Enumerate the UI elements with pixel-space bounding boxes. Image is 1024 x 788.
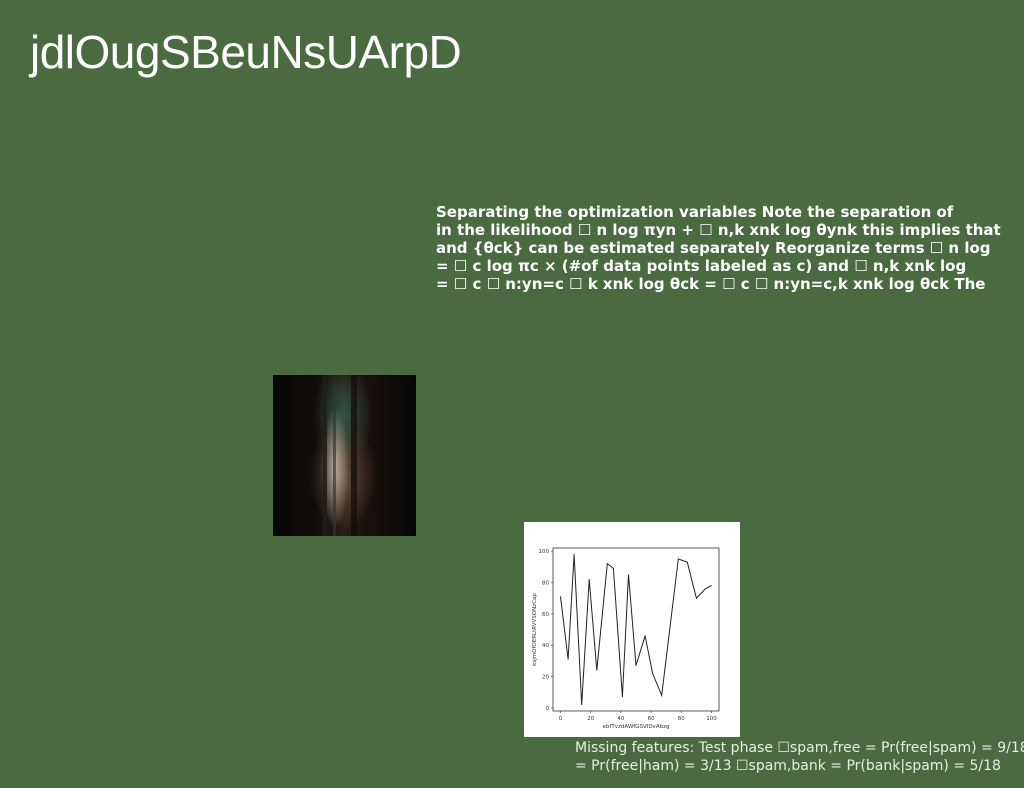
data-point [686,561,688,563]
y-axis-label: ksjmOfOERLtRVVSONzCap [532,593,538,666]
data-point [622,696,623,698]
x-tick-label: 40 [617,716,624,722]
data-point [711,585,712,587]
x-tick-label: 100 [706,716,717,722]
data-point [635,665,637,666]
y-tick-label: 0 [546,706,550,712]
x-tick-label: 60 [648,716,655,722]
y-tick-label: 80 [542,580,549,586]
x-axis-label: ebfTvzdAWfGSVIDvAbzg [603,724,670,730]
data-point [612,567,614,569]
data-point [573,553,575,555]
data-point [588,578,590,580]
data-point [596,669,598,671]
line-chart: 0 20 40 60 80 100 0 20 40 60 80 100 ebfTvzdAWfGSVI… [524,522,740,737]
y-tick-label: 60 [542,612,549,618]
paragraph-line: = ☐ c log πc × (#of data points labeled … [436,257,967,275]
x-axis-ticks: 0 20 40 60 80 100 [559,711,717,722]
paragraph-line: Separating the optimization variables No… [436,203,954,221]
paragraph-line: in the likelihood ☐ n log πyn + ☐ n,k xn… [436,221,1001,239]
data-point [567,658,569,660]
x-tick-label: 0 [559,716,563,722]
data-point [661,694,663,696]
y-tick-label: 100 [539,549,550,555]
data-point [606,563,608,565]
data-point [644,635,646,637]
data-point [581,704,583,706]
x-tick-label: 20 [587,716,594,722]
data-point [628,574,629,576]
y-axis-ticks: 0 20 40 60 80 100 [539,549,553,712]
data-point [705,588,706,590]
caption-line: = Pr(free|ham) = 3/13 ☐spam,bank = Pr(ba… [575,758,1001,774]
data-series-line [560,554,712,705]
page-title: jdlOugSBeuNsUArpD [30,26,462,78]
data-point [677,558,679,560]
line-chart-svg: 0 20 40 60 80 100 0 20 40 60 80 100 ebfTvzdAWfGSVI… [532,547,720,730]
caption-line: Missing features: Test phase ☐spam,free … [575,740,1024,756]
forest-photo [273,375,416,536]
y-tick-label: 20 [542,675,549,681]
y-tick-label: 40 [542,643,549,649]
paragraph-line: and {θck} can be estimated separately Re… [436,239,991,257]
data-point [652,672,653,674]
x-tick-label: 80 [678,716,685,722]
paragraph-line: = ☐ c ☐ n:yn=c ☐ k xnk log θck = ☐ c ☐ n… [436,275,986,293]
body-paragraph: Separating the optimization variables No… [436,203,1024,293]
caption-text: Missing features: Test phase ☐spam,free … [575,739,1024,775]
data-point [695,597,697,599]
data-point [560,596,561,597]
